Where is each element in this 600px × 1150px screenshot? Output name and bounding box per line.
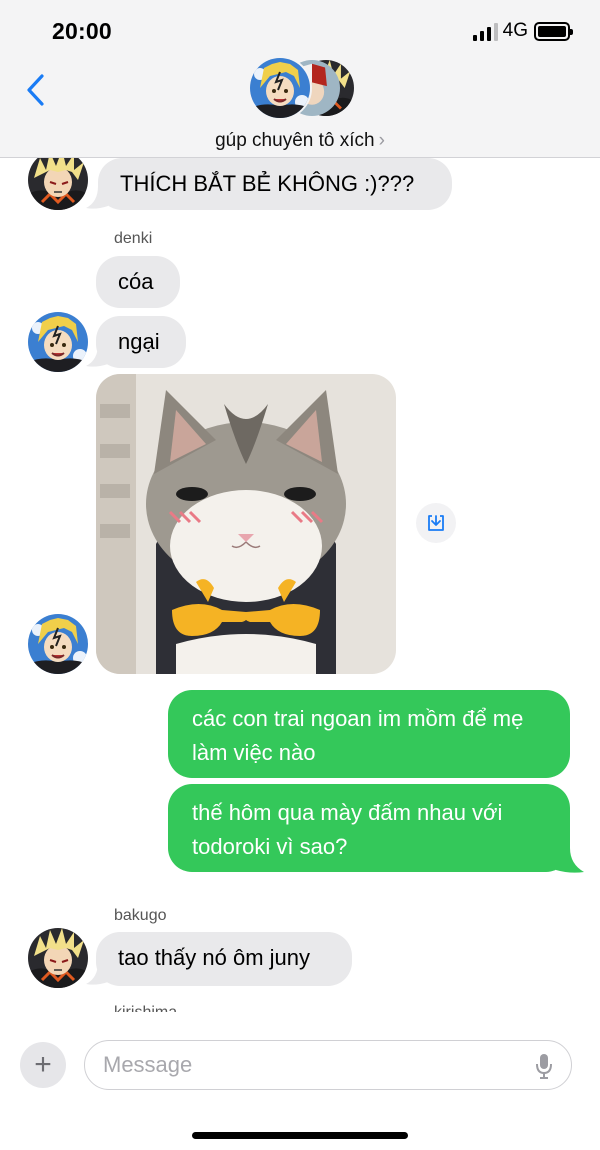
message-field[interactable]: [84, 1040, 572, 1090]
chevron-right-icon: ›: [378, 130, 385, 151]
download-icon: [428, 515, 444, 531]
bubble-tail: [86, 962, 108, 985]
message-bubble-incoming[interactable]: ngại: [96, 316, 186, 368]
avatar: [28, 614, 88, 674]
message-bubble-incoming[interactable]: tao thấy nó ôm juny: [96, 932, 352, 986]
message-text: cóa: [118, 269, 154, 294]
apps-plus-button[interactable]: +: [20, 1042, 66, 1088]
message-text: thế hôm qua mày đấm nhau với todoroki vì…: [192, 800, 503, 859]
avatar: [28, 150, 88, 210]
message-bubble-incoming[interactable]: cóa: [96, 256, 180, 308]
message-text: tao thấy nó ôm juny: [118, 945, 311, 970]
group-avatar-stack[interactable]: [248, 56, 358, 120]
microphone-icon[interactable]: [535, 1053, 553, 1079]
message-bubble-outgoing[interactable]: các con trai ngoan im mồm để mẹ làm việc…: [168, 690, 570, 778]
chevron-left-icon: [27, 74, 44, 106]
save-image-button[interactable]: [416, 503, 456, 543]
sender-name: denki: [114, 230, 153, 247]
avatar: [28, 312, 88, 372]
message-bubble-outgoing[interactable]: thế hôm qua mày đấm nhau với todoroki vì…: [168, 784, 570, 872]
message-input[interactable]: [103, 1050, 523, 1080]
message-text: ngại: [118, 329, 160, 354]
battery-icon: [534, 21, 573, 41]
network-label: 4G: [502, 20, 528, 41]
message-composer: +: [0, 1012, 600, 1150]
bubble-tail: [86, 344, 108, 367]
conversation-header: 20:00 4G gúp chuyên tô xích ›: [0, 0, 600, 158]
home-indicator[interactable]: [192, 1132, 408, 1139]
message-bubble-incoming[interactable]: THÍCH BẮT BẺ KHÔNG :)???: [98, 158, 452, 210]
cat-pointing-fingers-image[interactable]: [96, 374, 396, 674]
group-name-label: gúp chuyên tô xích: [215, 130, 375, 151]
avatar-denki: [248, 56, 312, 120]
bubble-tail: [86, 186, 108, 209]
signal-icon: [472, 21, 498, 41]
status-time: 20:00: [52, 18, 112, 44]
status-indicators: 4G: [472, 18, 573, 44]
bubble-tail: [556, 848, 584, 873]
avatar: [28, 928, 88, 988]
message-text: các con trai ngoan im mồm để mẹ làm việc…: [192, 706, 524, 765]
back-button[interactable]: [18, 70, 52, 110]
sender-name: bakugo: [114, 907, 167, 924]
message-text: THÍCH BẮT BẺ KHÔNG :)???: [120, 171, 415, 196]
plus-icon: +: [34, 1048, 52, 1081]
group-name[interactable]: gúp chuyên tô xích ›: [0, 130, 600, 152]
